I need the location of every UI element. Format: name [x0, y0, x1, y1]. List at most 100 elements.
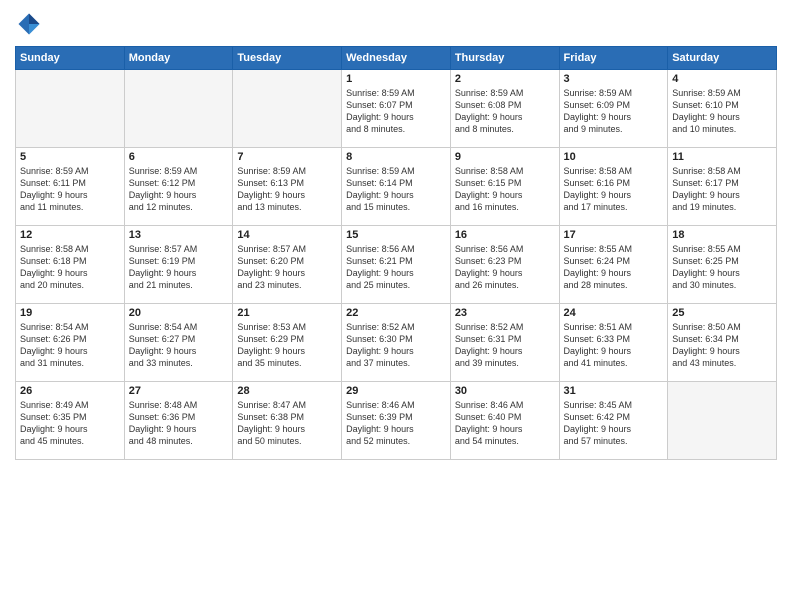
calendar-cell: 20 Sunrise: 8:54 AM Sunset: 6:27 PM Dayli… — [124, 304, 233, 382]
calendar-cell: 9 Sunrise: 8:58 AM Sunset: 6:15 PM Daylig… — [450, 148, 559, 226]
calendar-week-2: 12 Sunrise: 8:58 AM Sunset: 6:18 PM Dayli… — [16, 226, 777, 304]
weekday-header-wednesday: Wednesday — [342, 47, 451, 70]
day-number: 25 — [672, 307, 772, 319]
calendar-cell: 31Sunrise: 8:45 AM Sunset: 6:42 PM Dayli… — [559, 382, 668, 460]
weekday-header-row: SundayMondayTuesdayWednesdayThursdayFrid… — [16, 47, 777, 70]
day-number: 31 — [564, 385, 664, 397]
day-info: Sunrise: 8:54 AM Sunset: 6:27 PM Dayligh… — [129, 321, 229, 370]
calendar-cell: 4 Sunrise: 8:59 AM Sunset: 6:10 PM Daylig… — [668, 70, 777, 148]
day-info: Sunrise: 8:59 AM Sunset: 6:08 PM Dayligh… — [455, 87, 555, 136]
calendar-cell: 29 Sunrise: 8:46 AM Sunset: 6:39 PM Dayli… — [342, 382, 451, 460]
weekday-header-saturday: Saturday — [668, 47, 777, 70]
day-info: Sunrise: 8:47 AM Sunset: 6:38 PM Dayligh… — [237, 399, 337, 448]
calendar-cell: 26 Sunrise: 8:49 AM Sunset: 6:35 PM Dayli… — [16, 382, 125, 460]
day-info: Sunrise: 8:59 AM Sunset: 6:07 PM Dayligh… — [346, 87, 446, 136]
day-number: 6 — [129, 151, 229, 163]
day-info: Sunrise: 8:53 AM Sunset: 6:29 PM Dayligh… — [237, 321, 337, 370]
day-info: Sunrise: 8:46 AM Sunset: 6:39 PM Dayligh… — [346, 399, 446, 448]
calendar-cell: 11 Sunrise: 8:58 AM Sunset: 6:17 PM Dayli… — [668, 148, 777, 226]
calendar-cell: 28 Sunrise: 8:47 AM Sunset: 6:38 PM Dayli… — [233, 382, 342, 460]
day-info: Sunrise: 8:50 AM Sunset: 6:34 PM Dayligh… — [672, 321, 772, 370]
calendar-cell: 6 Sunrise: 8:59 AM Sunset: 6:12 PM Daylig… — [124, 148, 233, 226]
day-info: Sunrise: 8:49 AM Sunset: 6:35 PM Dayligh… — [20, 399, 120, 448]
day-info: Sunrise: 8:51 AM Sunset: 6:33 PM Dayligh… — [564, 321, 664, 370]
calendar-cell — [233, 70, 342, 148]
day-number: 4 — [672, 73, 772, 85]
day-number: 7 — [237, 151, 337, 163]
calendar-cell: 19 Sunrise: 8:54 AM Sunset: 6:26 PM Dayli… — [16, 304, 125, 382]
day-info: Sunrise: 8:59 AM Sunset: 6:09 PM Dayligh… — [564, 87, 664, 136]
day-info: Sunrise: 8:52 AM Sunset: 6:31 PM Dayligh… — [455, 321, 555, 370]
day-number: 14 — [237, 229, 337, 241]
day-number: 5 — [20, 151, 120, 163]
day-info: Sunrise: 8:48 AM Sunset: 6:36 PM Dayligh… — [129, 399, 229, 448]
day-number: 9 — [455, 151, 555, 163]
day-number: 15 — [346, 229, 446, 241]
weekday-header-tuesday: Tuesday — [233, 47, 342, 70]
calendar-week-0: 1 Sunrise: 8:59 AM Sunset: 6:07 PM Daylig… — [16, 70, 777, 148]
calendar-cell: 27 Sunrise: 8:48 AM Sunset: 6:36 PM Dayli… — [124, 382, 233, 460]
day-number: 19 — [20, 307, 120, 319]
calendar-cell — [668, 382, 777, 460]
logo — [15, 10, 47, 38]
day-number: 27 — [129, 385, 229, 397]
calendar-cell: 3 Sunrise: 8:59 AM Sunset: 6:09 PM Daylig… — [559, 70, 668, 148]
day-info: Sunrise: 8:55 AM Sunset: 6:24 PM Dayligh… — [564, 243, 664, 292]
calendar-cell: 24Sunrise: 8:51 AM Sunset: 6:33 PM Dayli… — [559, 304, 668, 382]
day-info: Sunrise: 8:46 AM Sunset: 6:40 PM Dayligh… — [455, 399, 555, 448]
day-info: Sunrise: 8:59 AM Sunset: 6:14 PM Dayligh… — [346, 165, 446, 214]
day-info: Sunrise: 8:58 AM Sunset: 6:16 PM Dayligh… — [564, 165, 664, 214]
calendar-cell: 2 Sunrise: 8:59 AM Sunset: 6:08 PM Daylig… — [450, 70, 559, 148]
day-number: 30 — [455, 385, 555, 397]
day-info: Sunrise: 8:59 AM Sunset: 6:12 PM Dayligh… — [129, 165, 229, 214]
weekday-header-sunday: Sunday — [16, 47, 125, 70]
day-number: 11 — [672, 151, 772, 163]
calendar-cell: 18Sunrise: 8:55 AM Sunset: 6:25 PM Dayli… — [668, 226, 777, 304]
day-info: Sunrise: 8:59 AM Sunset: 6:10 PM Dayligh… — [672, 87, 772, 136]
day-number: 3 — [564, 73, 664, 85]
calendar-cell: 16 Sunrise: 8:56 AM Sunset: 6:23 PM Dayli… — [450, 226, 559, 304]
calendar-cell: 15 Sunrise: 8:56 AM Sunset: 6:21 PM Dayli… — [342, 226, 451, 304]
calendar-cell: 1 Sunrise: 8:59 AM Sunset: 6:07 PM Daylig… — [342, 70, 451, 148]
day-number: 20 — [129, 307, 229, 319]
day-number: 8 — [346, 151, 446, 163]
day-info: Sunrise: 8:58 AM Sunset: 6:18 PM Dayligh… — [20, 243, 120, 292]
day-info: Sunrise: 8:59 AM Sunset: 6:11 PM Dayligh… — [20, 165, 120, 214]
calendar-cell: 30 Sunrise: 8:46 AM Sunset: 6:40 PM Dayli… — [450, 382, 559, 460]
calendar-cell: 12 Sunrise: 8:58 AM Sunset: 6:18 PM Dayli… — [16, 226, 125, 304]
day-number: 1 — [346, 73, 446, 85]
day-number: 10 — [564, 151, 664, 163]
page: SundayMondayTuesdayWednesdayThursdayFrid… — [0, 0, 792, 612]
day-info: Sunrise: 8:56 AM Sunset: 6:23 PM Dayligh… — [455, 243, 555, 292]
calendar-cell: 10 Sunrise: 8:58 AM Sunset: 6:16 PM Dayli… — [559, 148, 668, 226]
calendar-cell: 13Sunrise: 8:57 AM Sunset: 6:19 PM Dayli… — [124, 226, 233, 304]
calendar-cell: 21Sunrise: 8:53 AM Sunset: 6:29 PM Dayli… — [233, 304, 342, 382]
calendar-week-1: 5 Sunrise: 8:59 AM Sunset: 6:11 PM Daylig… — [16, 148, 777, 226]
day-info: Sunrise: 8:58 AM Sunset: 6:17 PM Dayligh… — [672, 165, 772, 214]
day-number: 26 — [20, 385, 120, 397]
weekday-header-friday: Friday — [559, 47, 668, 70]
calendar-cell: 22Sunrise: 8:52 AM Sunset: 6:30 PM Dayli… — [342, 304, 451, 382]
logo-icon — [15, 10, 43, 38]
day-info: Sunrise: 8:57 AM Sunset: 6:20 PM Dayligh… — [237, 243, 337, 292]
calendar-week-3: 19 Sunrise: 8:54 AM Sunset: 6:26 PM Dayli… — [16, 304, 777, 382]
day-number: 2 — [455, 73, 555, 85]
day-info: Sunrise: 8:52 AM Sunset: 6:30 PM Dayligh… — [346, 321, 446, 370]
day-info: Sunrise: 8:59 AM Sunset: 6:13 PM Dayligh… — [237, 165, 337, 214]
day-number: 29 — [346, 385, 446, 397]
calendar-cell — [16, 70, 125, 148]
calendar-table: SundayMondayTuesdayWednesdayThursdayFrid… — [15, 46, 777, 460]
calendar-cell: 7 Sunrise: 8:59 AM Sunset: 6:13 PM Daylig… — [233, 148, 342, 226]
weekday-header-monday: Monday — [124, 47, 233, 70]
day-number: 16 — [455, 229, 555, 241]
header — [15, 10, 777, 38]
day-number: 28 — [237, 385, 337, 397]
day-number: 18 — [672, 229, 772, 241]
day-number: 17 — [564, 229, 664, 241]
day-number: 12 — [20, 229, 120, 241]
calendar-cell: 14 Sunrise: 8:57 AM Sunset: 6:20 PM Dayli… — [233, 226, 342, 304]
calendar-cell — [124, 70, 233, 148]
day-info: Sunrise: 8:58 AM Sunset: 6:15 PM Dayligh… — [455, 165, 555, 214]
day-info: Sunrise: 8:54 AM Sunset: 6:26 PM Dayligh… — [20, 321, 120, 370]
day-info: Sunrise: 8:56 AM Sunset: 6:21 PM Dayligh… — [346, 243, 446, 292]
